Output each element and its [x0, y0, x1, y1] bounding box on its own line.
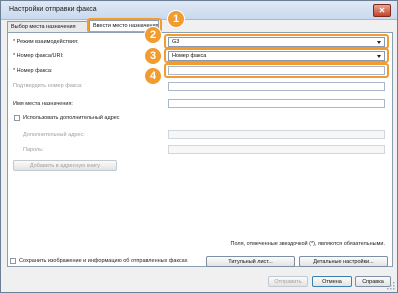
callout-badge-4: 4	[144, 67, 162, 85]
password-label: Пароль:	[23, 147, 44, 153]
send-button[interactable]: Отправить	[268, 276, 308, 287]
password-input[interactable]	[168, 145, 385, 154]
confirm-fax-label: Подтвердить номер факса:	[13, 83, 83, 89]
fax-settings-window: Настройки отправки факса ✕ Выбор места н…	[0, 0, 398, 293]
required-fields-note: Поля, отмеченные звездочкой (*), являютс…	[230, 241, 386, 247]
cover-sheet-button[interactable]: Титульный лист...	[206, 256, 295, 267]
comm-mode-highlight	[164, 34, 389, 49]
callout-badge-2: 2	[144, 26, 162, 44]
save-info-label: Сохранить изображение и информацию об от…	[19, 258, 188, 264]
close-button[interactable]: ✕	[373, 4, 391, 17]
extra-address-label: Дополнительный адрес:	[23, 132, 85, 138]
save-info-checkbox[interactable]	[10, 258, 16, 264]
close-icon: ✕	[378, 6, 386, 15]
tab-select-destination[interactable]: Выбор места назначения	[7, 21, 89, 32]
comm-mode-label: * Режим взаимодействия:	[13, 39, 79, 45]
extra-address-input[interactable]	[168, 130, 385, 139]
add-to-address-book-button[interactable]: Добавить в адресную книгу	[13, 160, 117, 171]
number-uri-highlight	[164, 48, 389, 63]
destination-name-input[interactable]	[168, 99, 385, 108]
use-extra-address-label: Использовать дополнительный адрес	[23, 115, 120, 121]
detailed-settings-button[interactable]: Детальные настройки...	[299, 256, 388, 267]
callout-badge-1: 1	[167, 10, 185, 28]
help-button[interactable]: Справка	[355, 276, 391, 287]
use-extra-address-checkbox[interactable]	[14, 115, 20, 121]
cancel-button[interactable]: Отмена	[312, 276, 352, 287]
resize-grip-icon[interactable]	[387, 282, 395, 290]
window-title: Настройки отправки факса	[9, 6, 97, 13]
confirm-fax-input[interactable]	[168, 82, 385, 91]
destination-name-label: Имя места назначения:	[13, 101, 73, 107]
title-bar: Настройки отправки факса ✕	[1, 1, 397, 20]
number-uri-label: * Номер факса/URI:	[13, 53, 64, 59]
fax-number-highlight	[164, 63, 389, 78]
callout-badge-3: 3	[144, 47, 162, 65]
fax-number-label: * Номер факса:	[13, 68, 53, 74]
